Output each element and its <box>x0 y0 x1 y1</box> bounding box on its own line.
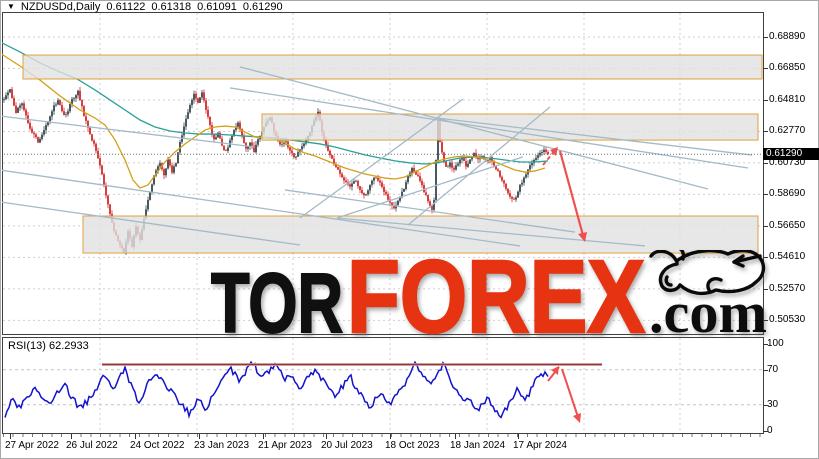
logo-text-tor: TOR <box>211 256 343 336</box>
date-axis-label: 17 Apr 2024 <box>513 440 567 451</box>
axis-tick <box>763 68 768 70</box>
price-axis-label: 0.66850 <box>769 62 806 74</box>
date-axis-label: 18 Jan 2024 <box>450 440 506 451</box>
logo-text-forex: FOREX <box>347 250 645 336</box>
date-axis-label: 20 Jul 2023 <box>321 440 373 451</box>
current-price-tag: 0.61290 <box>763 148 819 160</box>
rsi-caption: RSI(13) 62.2933 <box>8 340 89 352</box>
axis-tick <box>763 194 768 196</box>
ohlc-high: 0.61318 <box>151 0 192 13</box>
axis-tick <box>199 434 200 439</box>
axis-tick <box>763 37 768 38</box>
axis-tick <box>763 431 768 432</box>
chart-title-bar: ▼ NZDUSDd,Daily 0.61122 0.61318 0.61091 … <box>7 0 283 13</box>
rsi-value-label: 62.2933 <box>48 340 89 352</box>
date-axis-label: 26 Jul 2022 <box>66 440 118 451</box>
price-axis-label: 0.64810 <box>769 93 806 105</box>
ohlc-open: 0.61122 <box>106 0 146 13</box>
axis-tick <box>763 404 768 406</box>
price-axis-label: 0.58690 <box>769 188 806 200</box>
price-axis-label: 0.68890 <box>769 31 806 42</box>
rsi-axis-label: 70 <box>767 363 779 375</box>
rsi-axis-label: 100 <box>767 337 784 349</box>
rsi-canvas[interactable] <box>2 337 764 434</box>
axis-tick <box>135 434 136 439</box>
axis-tick <box>263 434 264 439</box>
axis-tick <box>763 343 768 345</box>
axis-tick <box>518 434 519 439</box>
date-axis-label: 24 Oct 2022 <box>130 440 185 451</box>
axis-tick <box>455 434 456 439</box>
date-axis-label: 21 Apr 2023 <box>258 440 312 451</box>
axis-tick <box>763 99 768 101</box>
symbol-timeframe-label[interactable]: NZDUSDd,Daily <box>21 1 100 13</box>
axis-tick <box>326 434 327 439</box>
date-axis-label: 27 Apr 2022 <box>5 440 59 451</box>
price-axis-label: 0.56650 <box>769 219 806 231</box>
axis-tick <box>763 225 768 227</box>
axis-tick <box>71 434 72 439</box>
axis-tick <box>763 369 768 371</box>
axis-tick <box>763 162 768 164</box>
torforex-watermark-logo: TOR FOREX .com <box>211 250 767 336</box>
date-axis-label: 23 Jan 2023 <box>194 440 250 451</box>
rsi-axis-label: 30 <box>767 398 779 410</box>
time-axis-minor-ticks <box>3 434 761 437</box>
price-axis-label: 0.62770 <box>769 125 806 137</box>
rsi-name-label: RSI(13) <box>8 340 46 352</box>
ohlc-close: 0.61290 <box>242 0 283 13</box>
axis-tick <box>763 131 768 133</box>
date-axis-label: 18 Oct 2023 <box>385 440 440 451</box>
ohlc-low: 0.61091 <box>197 0 237 13</box>
axis-tick <box>390 434 391 439</box>
axis-tick <box>10 434 11 439</box>
symbol-dropdown-icon[interactable]: ▼ <box>7 2 15 11</box>
